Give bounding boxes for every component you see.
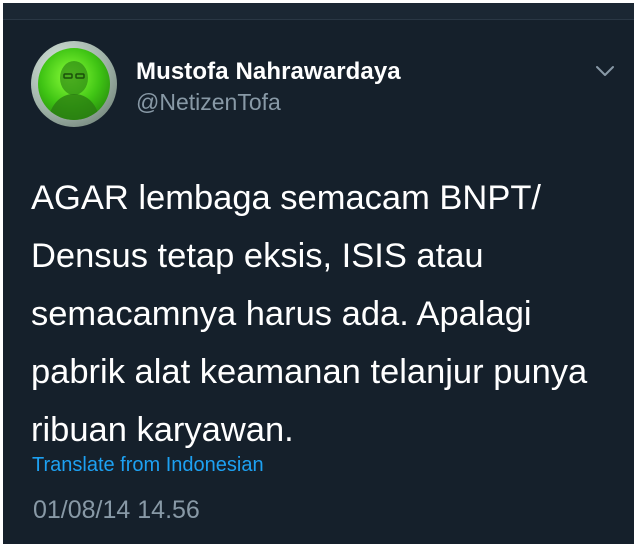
translate-link[interactable]: Translate from Indonesian [32,454,264,477]
tweet-text-line: ribuan karyawan. [31,411,294,449]
tweet-text-line: AGAR lembaga semacam BNPT/ [31,179,542,217]
avatar[interactable] [31,41,117,127]
tweet-timestamp[interactable]: 01/08/14 14.56 [33,496,200,525]
tweet-card: Mustofa Nahrawardaya @NetizenTofa AGAR l… [3,3,634,544]
tweet-text-line: semacamnya harus ada. Apalagi [31,295,532,333]
chevron-down-icon[interactable] [594,63,616,79]
top-divider [3,3,634,20]
avatar-image [38,48,110,120]
tweet-text: AGAR lembaga semacam BNPT/ Densus tetap … [31,169,611,459]
tweet-text-line: Densus tetap eksis, ISIS atau [31,237,484,275]
tweet-text-line: pabrik alat keamanan telanjur punya [31,353,588,391]
user-handle[interactable]: @NetizenTofa [136,89,281,116]
display-name[interactable]: Mustofa Nahrawardaya [136,58,401,86]
